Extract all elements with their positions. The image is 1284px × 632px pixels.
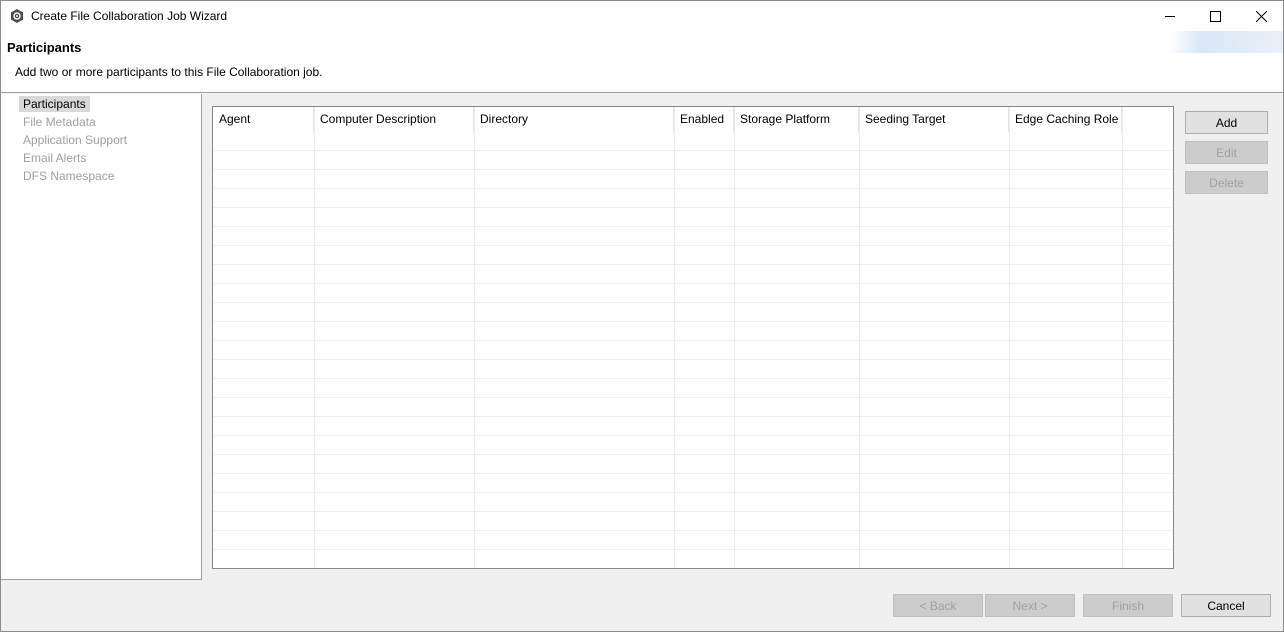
close-button[interactable] bbox=[1238, 1, 1284, 31]
column-header-edge-caching-role[interactable]: Edge Caching Role bbox=[1009, 107, 1122, 132]
next-button[interactable]: Next > bbox=[985, 594, 1075, 617]
wizard-footer: < Back Next > Finish Cancel bbox=[1, 580, 1283, 631]
table-row bbox=[213, 379, 1173, 398]
delete-button[interactable]: Delete bbox=[1185, 171, 1268, 194]
edit-button[interactable]: Edit bbox=[1185, 141, 1268, 164]
table-row bbox=[213, 284, 1173, 303]
page-description: Add two or more participants to this Fil… bbox=[15, 65, 323, 79]
wizard-step-nav: Participants File Metadata Application S… bbox=[1, 94, 202, 580]
table-row bbox=[213, 550, 1173, 568]
column-header-storage-platform[interactable]: Storage Platform bbox=[734, 107, 859, 132]
table-row bbox=[213, 512, 1173, 531]
table-row bbox=[213, 265, 1173, 284]
wizard-header: Participants Add two or more participant… bbox=[1, 31, 1283, 93]
table-row bbox=[213, 455, 1173, 474]
table-row bbox=[213, 341, 1173, 360]
nav-item-file-metadata[interactable]: File Metadata bbox=[19, 114, 100, 130]
table-row bbox=[213, 303, 1173, 322]
nav-item-dfs-namespace[interactable]: DFS Namespace bbox=[19, 168, 118, 184]
table-row bbox=[213, 398, 1173, 417]
column-header-enabled[interactable]: Enabled bbox=[674, 107, 734, 132]
column-header-agent[interactable]: Agent bbox=[213, 107, 314, 132]
nav-item-application-support[interactable]: Application Support bbox=[19, 132, 131, 148]
table-row bbox=[213, 208, 1173, 227]
table-row bbox=[213, 132, 1173, 151]
table-row bbox=[213, 170, 1173, 189]
table-row bbox=[213, 417, 1173, 436]
back-button[interactable]: < Back bbox=[893, 594, 983, 617]
table-header: Agent Computer Description Directory Ena… bbox=[213, 107, 1173, 132]
column-header-directory[interactable]: Directory bbox=[474, 107, 674, 132]
main-content: Agent Computer Description Directory Ena… bbox=[202, 94, 1283, 580]
close-icon bbox=[1255, 10, 1267, 22]
table-row bbox=[213, 246, 1173, 265]
maximize-button[interactable] bbox=[1192, 1, 1238, 31]
table-row bbox=[213, 227, 1173, 246]
table-row bbox=[213, 493, 1173, 512]
page-title: Participants bbox=[7, 40, 82, 55]
finish-button[interactable]: Finish bbox=[1083, 594, 1173, 617]
add-button[interactable]: Add bbox=[1185, 111, 1268, 134]
maximize-icon bbox=[1209, 10, 1221, 22]
table-row bbox=[213, 322, 1173, 341]
table-row bbox=[213, 189, 1173, 208]
table-row bbox=[213, 151, 1173, 170]
cancel-button[interactable]: Cancel bbox=[1181, 594, 1271, 617]
table-row bbox=[213, 436, 1173, 455]
header-decoration bbox=[1133, 31, 1283, 53]
column-header-computer-description[interactable]: Computer Description bbox=[314, 107, 474, 132]
column-header-seeding-target[interactable]: Seeding Target bbox=[859, 107, 1009, 132]
table-row bbox=[213, 474, 1173, 493]
title-bar: Create File Collaboration Job Wizard bbox=[1, 1, 1283, 31]
app-gear-icon bbox=[10, 9, 24, 23]
wizard-window: Create File Collaboration Job Wizard Par… bbox=[0, 0, 1284, 632]
table-row bbox=[213, 360, 1173, 379]
nav-item-email-alerts[interactable]: Email Alerts bbox=[19, 150, 90, 166]
window-title: Create File Collaboration Job Wizard bbox=[31, 9, 228, 23]
table-row bbox=[213, 531, 1173, 550]
minimize-button[interactable] bbox=[1147, 1, 1193, 31]
participants-table[interactable]: Agent Computer Description Directory Ena… bbox=[212, 106, 1174, 569]
nav-item-participants[interactable]: Participants bbox=[19, 96, 90, 112]
minimize-icon bbox=[1164, 11, 1176, 22]
